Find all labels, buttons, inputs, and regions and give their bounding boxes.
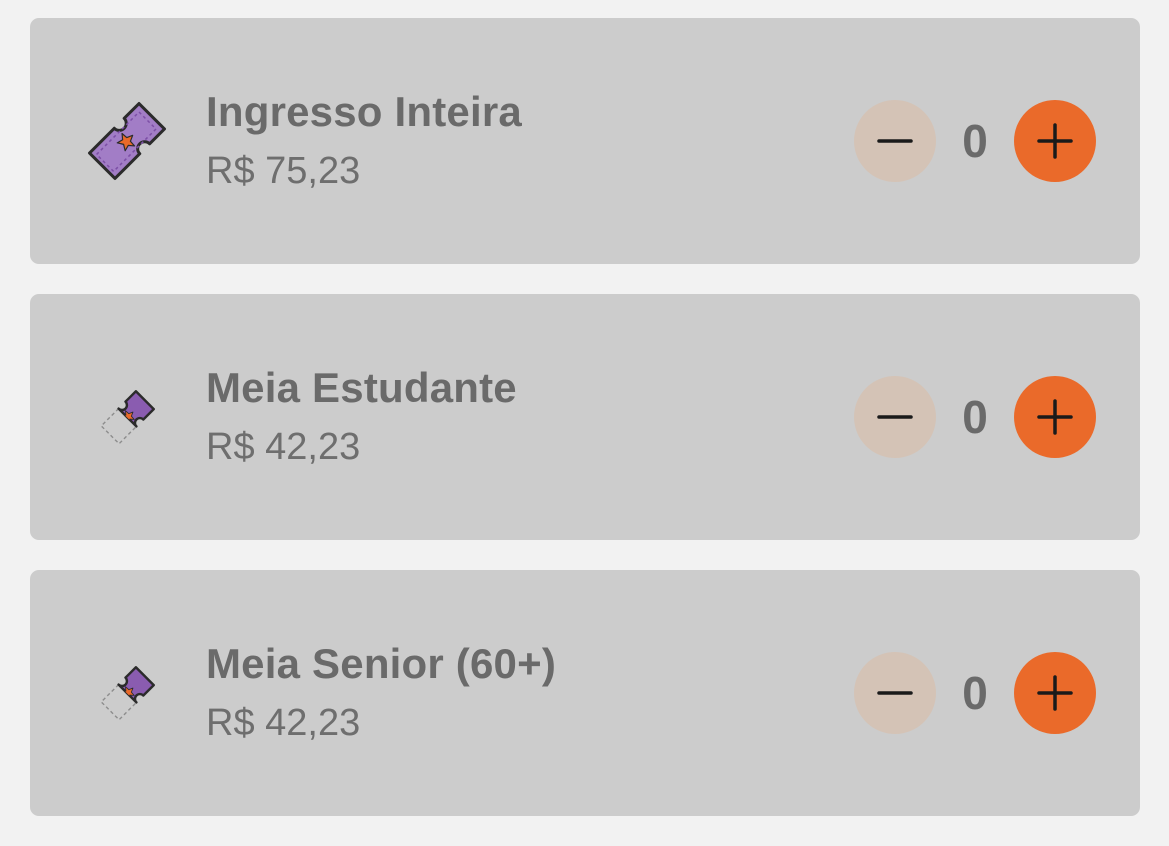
ticket-name: Meia Estudante <box>206 364 517 411</box>
plus-icon <box>1037 399 1073 435</box>
ticket-price: R$ 42,23 <box>206 426 361 468</box>
ticket-name: Meia Senior (60+) <box>206 640 557 687</box>
decrease-quantity-button[interactable] <box>854 652 936 734</box>
half-ticket-icon <box>82 372 172 462</box>
ticket-price: R$ 42,23 <box>206 702 361 744</box>
ticket-list: Ingresso Inteira R$ 75,23 0 Meia Estudan… <box>30 18 1140 846</box>
full-ticket-icon <box>82 96 172 186</box>
quantity-value: 0 <box>962 667 988 719</box>
ticket-price: R$ 75,23 <box>206 150 361 192</box>
ticket-card-ingresso-inteira: Ingresso Inteira R$ 75,23 0 <box>30 18 1140 264</box>
minus-icon <box>877 139 913 143</box>
increase-quantity-button[interactable] <box>1014 376 1096 458</box>
plus-icon <box>1037 675 1073 711</box>
half-ticket-icon <box>82 648 172 738</box>
decrease-quantity-button[interactable] <box>854 100 936 182</box>
ticket-card-meia-estudante: Meia Estudante R$ 42,23 0 <box>30 294 1140 540</box>
quantity-value: 0 <box>962 391 988 443</box>
ticket-card-meia-senior: Meia Senior (60+) R$ 42,23 0 <box>30 570 1140 816</box>
increase-quantity-button[interactable] <box>1014 100 1096 182</box>
quantity-stepper: 0 <box>854 100 1096 182</box>
decrease-quantity-button[interactable] <box>854 376 936 458</box>
plus-icon <box>1037 123 1073 159</box>
quantity-value: 0 <box>962 115 988 167</box>
minus-icon <box>877 415 913 419</box>
ticket-name: Ingresso Inteira <box>206 88 522 135</box>
minus-icon <box>877 691 913 695</box>
increase-quantity-button[interactable] <box>1014 652 1096 734</box>
quantity-stepper: 0 <box>854 652 1096 734</box>
quantity-stepper: 0 <box>854 376 1096 458</box>
